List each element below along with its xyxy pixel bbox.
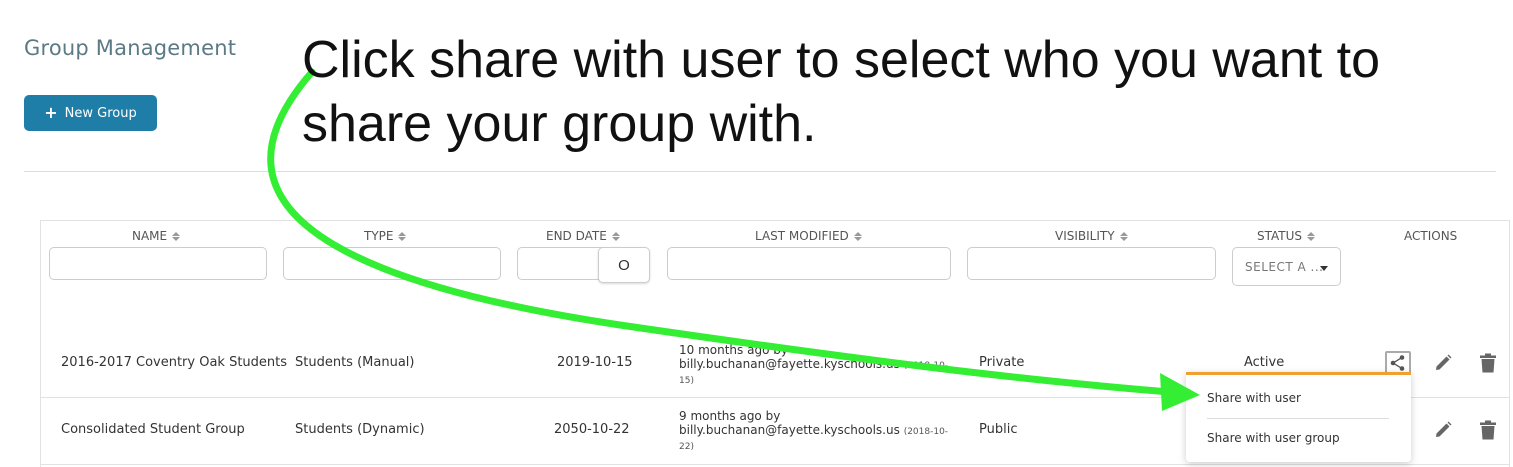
new-group-label: New Group xyxy=(64,105,137,121)
row-2-name: Consolidated Student Group xyxy=(61,422,245,437)
trash-icon[interactable] xyxy=(1477,419,1499,441)
row-2-visibility: Public xyxy=(979,422,1018,437)
divider xyxy=(24,171,1496,172)
row-1-visibility: Private xyxy=(979,355,1025,370)
status-filter-select[interactable]: SELECT A ... xyxy=(1232,247,1341,286)
end-date-filter-input[interactable] xyxy=(517,247,607,280)
edit-pencil-icon[interactable] xyxy=(1432,352,1454,374)
column-header-visibility[interactable]: VISIBILITY xyxy=(1055,229,1128,243)
column-header-name[interactable]: NAME xyxy=(132,229,181,243)
annotation-text: Click share with user to select who you … xyxy=(302,31,1381,153)
sort-icon xyxy=(398,231,407,241)
date-picker-button[interactable]: O xyxy=(598,247,650,283)
sort-icon xyxy=(1307,231,1316,241)
sort-icon xyxy=(853,231,862,241)
row-1-last-modified: 10 months ago by billy.buchanan@fayette.… xyxy=(679,343,949,387)
sort-icon xyxy=(1119,231,1128,241)
share-with-user-item[interactable]: Share with user xyxy=(1207,391,1301,405)
sort-icon xyxy=(172,231,181,241)
column-header-end-date[interactable]: END DATE xyxy=(546,229,620,243)
plus-icon: + xyxy=(44,103,58,122)
sort-icon xyxy=(611,231,620,241)
caret-down-icon xyxy=(1320,266,1328,271)
menu-divider xyxy=(1207,418,1389,419)
column-header-type[interactable]: TYPE xyxy=(364,229,407,243)
last-modified-filter-input[interactable] xyxy=(667,247,951,280)
column-header-last-modified[interactable]: LAST MODIFIED xyxy=(755,229,862,243)
row-2-last-modified: 9 months ago by billy.buchanan@fayette.k… xyxy=(679,409,949,453)
type-filter-input[interactable] xyxy=(283,247,501,280)
row-1-name: 2016-2017 Coventry Oak Students xyxy=(61,355,288,370)
new-group-button[interactable]: + New Group xyxy=(24,95,157,131)
share-with-user-group-item[interactable]: Share with user group xyxy=(1207,431,1340,445)
row-2-type: Students (Dynamic) xyxy=(295,422,425,437)
page-title: Group Management xyxy=(24,36,237,60)
column-header-actions: ACTIONS xyxy=(1404,229,1458,243)
edit-pencil-icon[interactable] xyxy=(1432,419,1454,441)
row-2-end-date: 2050-10-22 xyxy=(554,422,630,437)
row-1-type: Students (Manual) xyxy=(295,355,415,370)
row-1-status: Active xyxy=(1244,355,1285,370)
share-dropdown-menu: Share with user Share with user group xyxy=(1186,372,1411,462)
trash-icon[interactable] xyxy=(1477,352,1499,374)
column-header-status[interactable]: STATUS xyxy=(1257,229,1316,243)
name-filter-input[interactable] xyxy=(49,247,267,280)
row-1-end-date: 2019-10-15 xyxy=(557,355,633,370)
visibility-filter-input[interactable] xyxy=(967,247,1216,280)
row-divider xyxy=(40,464,1510,465)
